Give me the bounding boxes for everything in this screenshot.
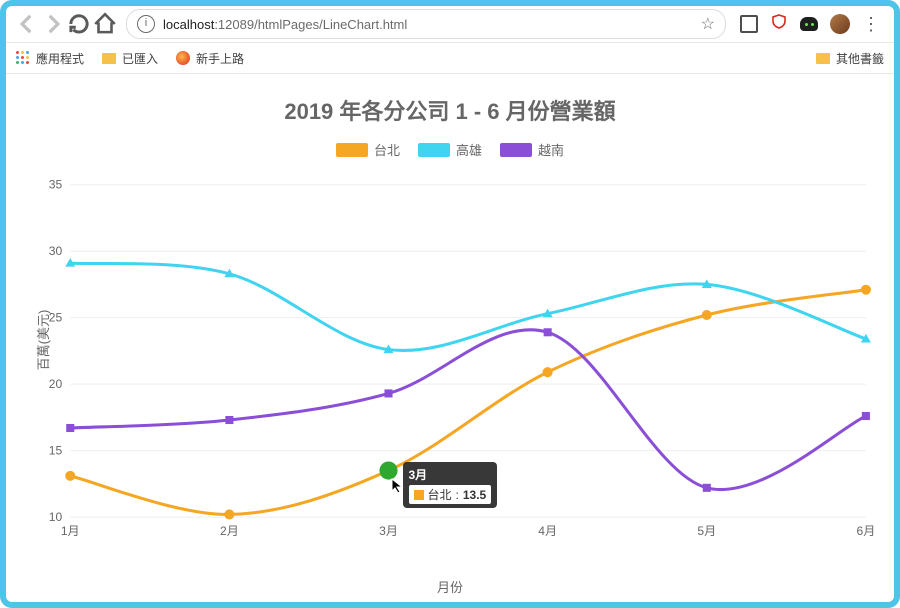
folder-icon <box>102 53 116 64</box>
forward-button[interactable] <box>40 11 66 37</box>
tooltip-swatch <box>414 490 424 500</box>
legend-item-vietnam[interactable]: 越南 <box>500 140 564 159</box>
back-button[interactable] <box>14 11 40 37</box>
menu-icon[interactable]: ⋮ <box>862 17 880 31</box>
avatar-icon[interactable] <box>830 14 850 34</box>
address-bar[interactable]: i localhost:12089/htmlPages/LineChart.ht… <box>126 9 726 39</box>
svg-text:2月: 2月 <box>220 524 239 538</box>
chart-legend: 台北 高雄 越南 <box>6 140 894 159</box>
folder-icon <box>816 53 830 64</box>
chart-tooltip: 3月 台北: 13.5 <box>403 462 498 508</box>
url-port: :12089 <box>214 17 254 32</box>
home-button[interactable] <box>92 11 118 37</box>
svg-text:3月: 3月 <box>379 524 398 538</box>
legend-label: 越南 <box>538 140 564 159</box>
reload-button[interactable] <box>66 11 92 37</box>
svg-text:6月: 6月 <box>857 524 876 538</box>
mouse-cursor-icon <box>391 478 407 494</box>
bookmark-newbie[interactable]: 新手上路 <box>176 50 244 67</box>
legend-swatch <box>500 143 532 157</box>
svg-text:30: 30 <box>49 244 63 258</box>
apps-icon <box>16 51 30 65</box>
bookmarks-bar: 應用程式 已匯入 新手上路 其他書籤 <box>6 43 894 74</box>
legend-swatch <box>418 143 450 157</box>
bookmark-other[interactable]: 其他書籤 <box>816 50 884 67</box>
bookmark-imported[interactable]: 已匯入 <box>102 50 158 67</box>
ninja-icon[interactable] <box>800 17 818 31</box>
svg-text:25: 25 <box>49 311 63 325</box>
svg-text:1月: 1月 <box>61 524 80 538</box>
url-path: /htmlPages/LineChart.html <box>254 17 407 32</box>
svg-text:5月: 5月 <box>697 524 716 538</box>
legend-swatch <box>336 143 368 157</box>
legend-item-taipei[interactable]: 台北 <box>336 140 400 159</box>
legend-item-kaohsiung[interactable]: 高雄 <box>418 140 482 159</box>
apps-shortcut-label: 應用程式 <box>36 50 84 67</box>
browser-toolbar: i localhost:12089/htmlPages/LineChart.ht… <box>6 6 894 43</box>
url-host: localhost <box>163 17 214 32</box>
x-axis-label: 月份 <box>437 577 463 596</box>
tooltip-value: 13.5 <box>463 488 486 502</box>
svg-text:35: 35 <box>49 178 63 192</box>
chart-title: 2019 年各分公司 1 - 6 月份營業額 <box>6 94 894 126</box>
legend-label: 高雄 <box>456 140 482 159</box>
svg-text:15: 15 <box>49 444 63 458</box>
shield-icon[interactable] <box>770 13 788 36</box>
legend-label: 台北 <box>374 140 400 159</box>
extension-icon[interactable] <box>740 15 758 33</box>
apps-shortcut[interactable]: 應用程式 <box>16 50 84 67</box>
tooltip-category: 3月 <box>409 466 492 483</box>
firefox-icon <box>176 51 190 65</box>
page-content: 2019 年各分公司 1 - 6 月份營業額 台北 高雄 越南 百萬(美元) 1… <box>6 78 894 602</box>
bookmark-other-label: 其他書籤 <box>836 50 884 67</box>
site-info-icon[interactable]: i <box>137 15 155 33</box>
tooltip-series: 台北 <box>428 486 452 503</box>
svg-text:4月: 4月 <box>538 524 557 538</box>
toolbar-right: ⋮ <box>734 13 886 36</box>
bookmark-newbie-label: 新手上路 <box>196 50 244 67</box>
bookmark-imported-label: 已匯入 <box>122 50 158 67</box>
browser-window: i localhost:12089/htmlPages/LineChart.ht… <box>0 0 900 608</box>
bookmark-star-icon[interactable]: ☆ <box>701 14 715 34</box>
svg-text:20: 20 <box>49 377 63 391</box>
svg-text:10: 10 <box>49 510 63 524</box>
